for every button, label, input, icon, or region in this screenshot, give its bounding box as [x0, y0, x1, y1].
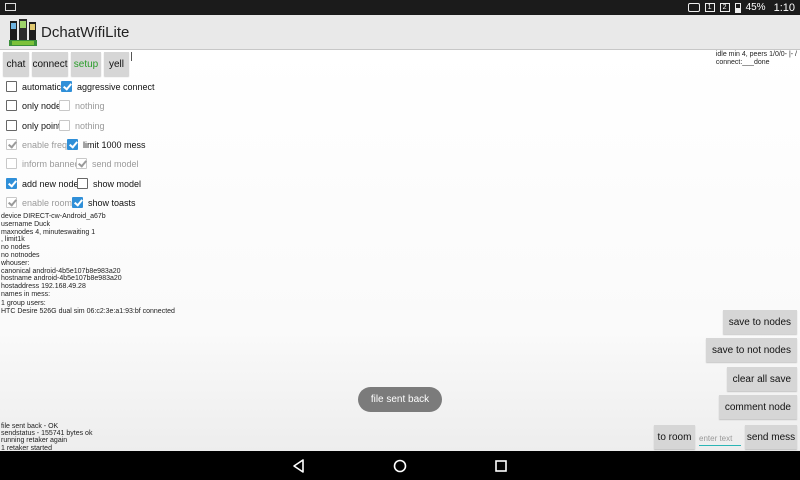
connect-button[interactable]: connect	[32, 52, 68, 76]
navigation-bar	[0, 451, 800, 480]
enable-rooms-checkbox: enable rooms	[6, 197, 77, 208]
checkbox-disabled-checked-icon	[6, 139, 17, 150]
checkbox-checked-icon	[61, 81, 72, 92]
idle-status: idle min 4, peers 1/0/0- |- / connect:__…	[716, 51, 797, 67]
clear-all-save-button[interactable]: clear all save	[726, 367, 797, 391]
clock: 1:10	[773, 1, 795, 14]
show-model-checkbox[interactable]: show model	[77, 178, 141, 189]
idle-status-line: connect:___done	[715, 59, 770, 66]
comment-node-button[interactable]: comment node	[718, 395, 797, 419]
inform-banned-checkbox: inform banned	[6, 158, 80, 169]
save-to-nodes-button[interactable]: save to nodes	[722, 310, 797, 334]
nothing-label: nothing	[75, 120, 105, 131]
checkbox-unchecked-icon	[6, 100, 17, 111]
home-icon[interactable]	[392, 458, 408, 474]
aggressive-connect-checkbox[interactable]: aggressive connect	[61, 81, 155, 92]
recents-icon[interactable]	[493, 458, 509, 474]
nothing-label: nothing	[75, 100, 105, 111]
back-icon[interactable]	[291, 458, 307, 474]
notification-image-icon	[5, 3, 16, 11]
inform-banned-label: inform banned	[22, 158, 80, 169]
battery-percent: 45%	[745, 2, 766, 13]
only-point-checkbox[interactable]: only point	[6, 120, 61, 131]
app-bar: DchatWifiLite	[0, 15, 800, 50]
only-point-label: only point	[22, 120, 61, 131]
save-to-not-nodes-button[interactable]: save to not nodes	[706, 338, 797, 362]
send-model-label: send model	[92, 158, 139, 169]
info-line: HTC Desire 526G dual sim 06:c2:3e:a1:93:…	[1, 307, 175, 315]
nothing-checkbox-2: nothing	[59, 120, 105, 131]
send-mess-button[interactable]: send mess	[745, 425, 797, 449]
device-info: device DIRECT-cw-Android_a67b username D…	[1, 213, 175, 315]
chat-button[interactable]: chat	[3, 52, 29, 76]
checkbox-unchecked-icon	[77, 178, 88, 189]
info-line: maxnodes 4, minuteswaiting 1	[1, 228, 96, 236]
show-toasts-checkbox[interactable]: show toasts	[72, 197, 136, 208]
only-node-checkbox[interactable]: only node	[6, 100, 61, 111]
info-line: whouser:	[1, 259, 30, 267]
enable-rooms-label: enable rooms	[22, 197, 77, 208]
log-line: running retaker again	[1, 437, 68, 445]
show-model-label: show model	[93, 178, 142, 189]
checkbox-disabled-icon	[59, 100, 70, 111]
limit-1000-mess-label: limit 1000 mess	[83, 139, 146, 150]
checkbox-checked-icon	[6, 178, 17, 189]
info-line: no nodes	[1, 244, 30, 252]
info-line: , limit1k	[1, 236, 25, 244]
status-log: file sent back - OK sendstatus - 155741 …	[1, 423, 92, 452]
add-new-nodes-checkbox[interactable]: add new nodes	[6, 178, 83, 189]
setup-button[interactable]: setup	[71, 52, 101, 76]
log-line: sendstatus - 155741 bytes ok	[1, 430, 93, 438]
checkbox-disabled-icon	[59, 120, 70, 131]
info-line: username Duck	[1, 220, 51, 228]
send-model-checkbox: send model	[76, 158, 139, 169]
vibrate-icon	[687, 3, 700, 12]
checkbox-unchecked-icon	[6, 81, 17, 92]
app-title: DchatWifiLite	[41, 24, 130, 41]
add-new-nodes-label: add new nodes	[22, 178, 84, 189]
toast-message: file sent back	[358, 387, 442, 412]
limit-1000-mess-checkbox[interactable]: limit 1000 mess	[67, 139, 146, 150]
idle-status-line: idle min 4, peers 1/0/0- |- /	[715, 51, 797, 58]
status-bar: 1 2 45% 1:10	[0, 0, 800, 15]
info-line: canonical android-4b5e107b8e983a20	[1, 267, 121, 275]
checkbox-checked-icon	[67, 139, 78, 150]
show-toasts-label: show toasts	[88, 197, 136, 208]
checkbox-disabled-checked-icon	[6, 197, 17, 208]
aggressive-connect-label: aggressive connect	[77, 81, 155, 92]
checkbox-disabled-checked-icon	[76, 158, 87, 169]
yell-button[interactable]: yell	[104, 52, 129, 76]
info-line: hostname android-4b5e107b8e983a20	[1, 275, 122, 283]
enable-freqs-label: enable freqs	[22, 139, 72, 150]
checkbox-unchecked-icon	[6, 120, 17, 131]
checkbox-disabled-icon	[6, 158, 17, 169]
sim-two-icon: 2	[719, 3, 730, 12]
info-line: 1 group users:	[1, 299, 46, 307]
info-line: no notnodes	[1, 251, 40, 259]
nothing-checkbox-1: nothing	[59, 100, 105, 111]
info-line: device DIRECT-cw-Android_a67b	[1, 213, 106, 220]
automatic-checkbox[interactable]: automatic	[6, 81, 61, 92]
message-input[interactable]	[699, 432, 741, 446]
log-line: file sent back - OK	[1, 423, 59, 430]
info-line: names in mess:	[1, 290, 51, 298]
checkbox-checked-icon	[72, 197, 83, 208]
app-logo-icon	[9, 19, 37, 46]
to-room-button[interactable]: to room	[654, 425, 695, 449]
text-cursor	[131, 52, 132, 61]
status-icons: 1 2 45% 1:10	[687, 1, 795, 14]
only-node-label: only node	[22, 100, 62, 111]
info-line: hostaddress 192.168.49.28	[1, 283, 86, 291]
enable-freqs-checkbox: enable freqs	[6, 139, 72, 150]
automatic-label: automatic	[22, 81, 62, 92]
sim-one-icon: 1	[704, 3, 715, 12]
battery-icon	[734, 2, 741, 13]
main-content: chat connect setup yell idle min 4, peer…	[0, 50, 800, 452]
